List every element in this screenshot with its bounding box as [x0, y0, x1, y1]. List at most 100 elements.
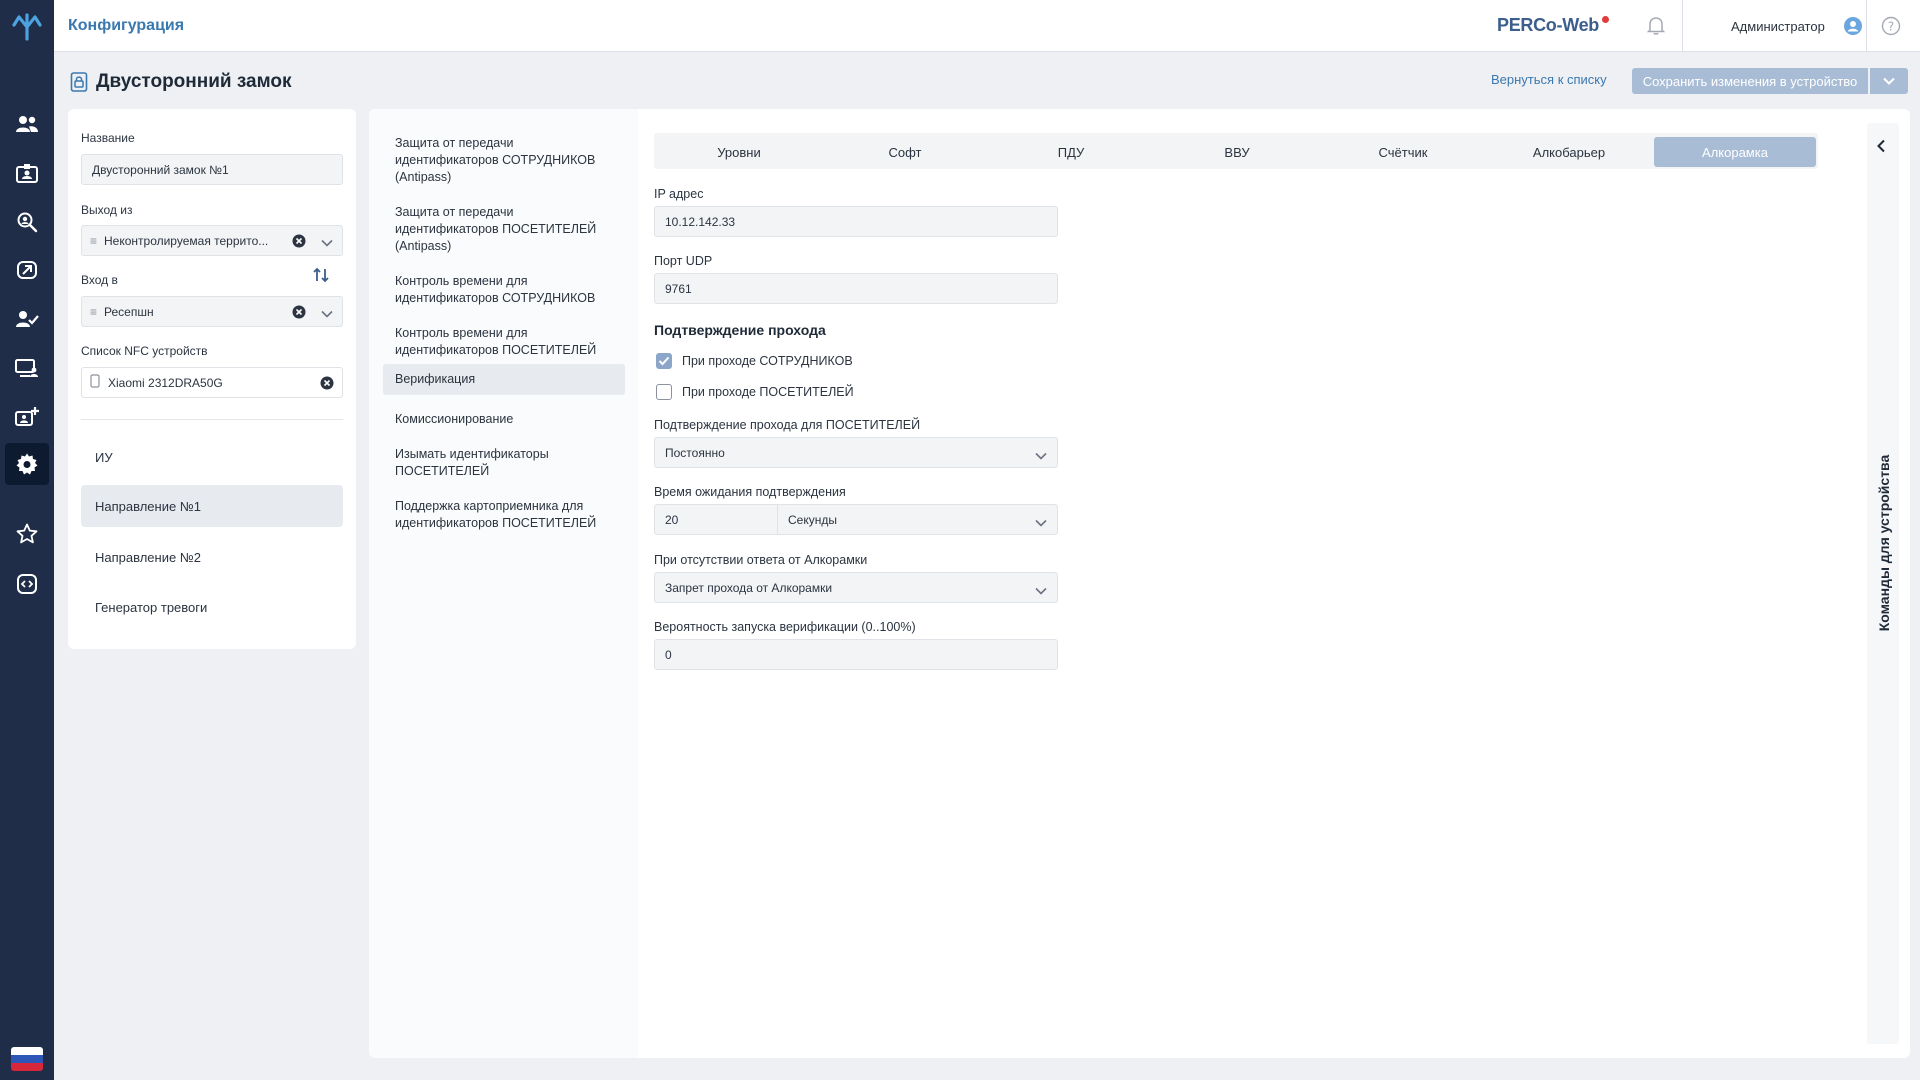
settings-submenu: Защита от передачи идентификаторов СОТРУ… — [369, 109, 638, 1058]
chevron-down-icon — [1035, 449, 1047, 463]
user-avatar-icon[interactable] — [1843, 16, 1863, 39]
lock-device-icon — [70, 71, 88, 96]
confirm-visitors-checkbox[interactable] — [656, 384, 672, 400]
devices-icon — [15, 359, 38, 377]
tab-alcobarrier[interactable]: Алкобарьер — [1488, 137, 1650, 167]
tree-item-direction-2[interactable]: Направление №2 — [81, 536, 343, 578]
wait-unit-select[interactable]: Секунды — [777, 504, 1058, 535]
nav-visitors[interactable] — [5, 201, 49, 243]
language-flag-icon[interactable] — [11, 1047, 43, 1071]
confirm-employees-label: При проходе СОТРУДНИКОВ — [682, 354, 853, 368]
wait-time-input[interactable]: 20 — [654, 504, 778, 535]
nav-users[interactable] — [5, 103, 49, 145]
logo-icon — [12, 13, 42, 41]
section-title: Конфигурация — [68, 17, 185, 34]
device-commands-title[interactable]: Команды для устройства — [1876, 455, 1892, 632]
entry-to-select[interactable]: ≡ Ресепшн — [81, 296, 343, 327]
confirm-employees-checkbox-row[interactable]: При проходе СОТРУДНИКОВ — [656, 353, 853, 369]
help-icon[interactable]: ? — [1881, 16, 1901, 39]
submenu-card-reader-support[interactable]: Поддержка картоприемника для идентификат… — [383, 492, 625, 538]
nav-links[interactable] — [5, 249, 49, 291]
chevron-down-icon — [1035, 516, 1047, 530]
name-field[interactable]: Двусторонний замок №1 — [81, 154, 343, 185]
submenu-antipass-employees[interactable]: Защита от передачи идентификаторов СОТРУ… — [383, 129, 625, 192]
ip-input[interactable]: 10.12.142.33 — [654, 206, 1058, 237]
badge-icon — [16, 164, 38, 183]
clear-icon[interactable] — [292, 305, 306, 322]
udp-port-label: Порт UDP — [654, 254, 713, 268]
nav-configuration[interactable] — [5, 443, 49, 485]
checkmark-icon — [658, 356, 670, 366]
nav-favorites[interactable] — [5, 513, 49, 555]
nav-devices[interactable] — [5, 347, 49, 389]
visitor-confirm-value: Постоянно — [665, 445, 725, 460]
clear-icon[interactable] — [320, 376, 334, 393]
tree-item-alarm-generator[interactable]: Генератор тревоги — [81, 586, 343, 628]
save-to-device-button[interactable]: Сохранить изменения в устройство — [1632, 68, 1868, 94]
wait-time-label: Время ожидания подтверждения — [654, 485, 846, 499]
chevron-down-icon[interactable] — [321, 307, 333, 321]
verification-tabs: Уровни Софт ПДУ ВВУ Счётчик Алкобарьер А… — [654, 133, 1818, 169]
nav-badges[interactable] — [5, 152, 49, 194]
confirm-visitors-checkbox-row[interactable]: При проходе ПОСЕТИТЕЛЕЙ — [656, 384, 854, 400]
save-options-dropdown[interactable] — [1870, 68, 1908, 94]
exit-from-select[interactable]: ≡ Неконтролируемая террито... — [81, 225, 343, 256]
list-icon: ≡ — [90, 304, 98, 319]
no-response-label: При отсутствии ответа от Алкорамки — [654, 553, 868, 567]
clear-icon[interactable] — [292, 234, 306, 251]
probability-input[interactable]: 0 — [654, 639, 1058, 670]
notifications-bell-icon[interactable] — [1646, 15, 1666, 38]
tab-soft[interactable]: Софт — [824, 137, 986, 167]
tab-vvu[interactable]: ВВУ — [1156, 137, 1318, 167]
phone-icon — [82, 374, 104, 391]
tree-item-direction-1[interactable]: Направление №1 — [81, 485, 343, 527]
submenu-commissioning[interactable]: Комиссионирование — [383, 405, 625, 434]
no-response-value: Запрет прохода от Алкорамки — [665, 580, 833, 595]
tab-pdu[interactable]: ПДУ — [990, 137, 1152, 167]
divider — [1866, 0, 1867, 52]
nfc-device-value: Xiaomi 2312DRA50G — [108, 375, 223, 390]
name-label: Название — [81, 131, 135, 145]
probability-label: Вероятность запуска верификации (0..100%… — [654, 620, 916, 634]
submenu-verification[interactable]: Верификация — [383, 364, 625, 395]
app-logo[interactable] — [0, 0, 54, 52]
back-to-list-link[interactable]: Вернуться к списку — [1491, 72, 1607, 87]
name-value: Двусторонний замок №1 — [92, 162, 229, 177]
entry-to-value: Ресепшн — [104, 304, 154, 319]
no-response-select[interactable]: Запрет прохода от Алкорамки — [654, 572, 1058, 603]
list-icon: ≡ — [90, 233, 98, 248]
gear-icon — [16, 453, 38, 475]
chevron-down-icon — [1883, 77, 1895, 85]
collapse-panel-icon[interactable] — [1876, 139, 1886, 156]
nfc-device-select[interactable]: Xiaomi 2312DRA50G — [81, 367, 343, 398]
confirm-section-heading: Подтверждение прохода — [654, 322, 826, 338]
nav-add-card[interactable] — [5, 395, 49, 437]
nav-api[interactable] — [5, 563, 49, 605]
swap-direction-icon[interactable] — [312, 267, 330, 286]
tab-counter[interactable]: Счётчик — [1322, 137, 1484, 167]
top-bar: Конфигурация PERCo-Web Администратор ? — [54, 0, 1920, 52]
exit-from-value: Неконтролируемая террито... — [104, 233, 269, 248]
tree-item-iu[interactable]: ИУ — [81, 436, 343, 478]
svg-text:?: ? — [1888, 20, 1894, 34]
visitor-confirm-select[interactable]: Постоянно — [654, 437, 1058, 468]
chevron-down-icon[interactable] — [321, 236, 333, 250]
submenu-time-control-visitors[interactable]: Контроль времени для идентификаторов ПОС… — [383, 319, 625, 365]
tab-levels[interactable]: Уровни — [658, 137, 820, 167]
nav-rail — [0, 0, 54, 1080]
brand-dot — [1602, 16, 1609, 23]
user-name[interactable]: Администратор — [1731, 19, 1825, 34]
users-icon — [16, 116, 38, 132]
udp-port-input[interactable]: 9761 — [654, 273, 1058, 304]
user-check-icon — [16, 311, 39, 327]
submenu-antipass-visitors[interactable]: Защита от передачи идентификаторов ПОСЕТ… — [383, 198, 625, 261]
visitor-search-icon — [17, 212, 38, 233]
submenu-time-control-employees[interactable]: Контроль времени для идентификаторов СОТ… — [383, 267, 625, 313]
star-icon — [16, 523, 38, 544]
confirm-employees-checkbox[interactable] — [656, 353, 672, 369]
tab-alcoframe[interactable]: Алкорамка — [1654, 137, 1816, 167]
submenu-withdraw-visitor-ids[interactable]: Изымать идентификаторы ПОСЕТИТЕЛЕЙ — [383, 440, 625, 486]
chevron-down-icon — [1035, 584, 1047, 598]
page-title: Двусторонний замок — [96, 71, 292, 92]
nav-user-check[interactable] — [5, 298, 49, 340]
